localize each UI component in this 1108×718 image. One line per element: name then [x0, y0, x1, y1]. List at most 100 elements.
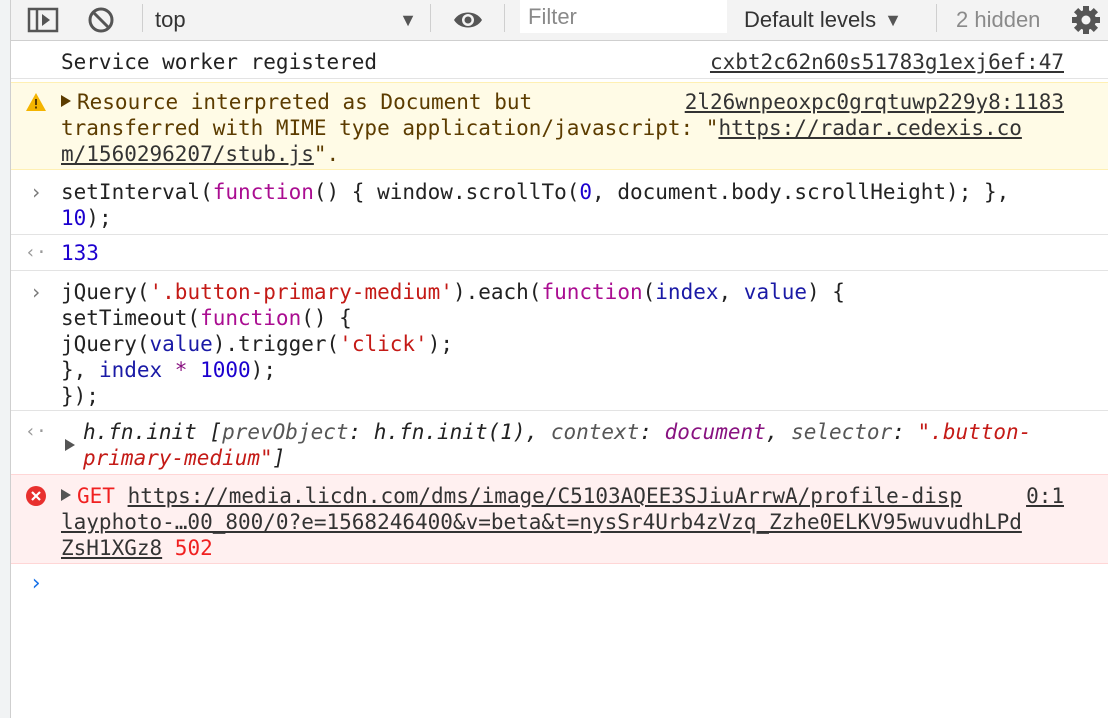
- code-token: },: [61, 358, 99, 382]
- code-param: index: [655, 280, 719, 304]
- console-message-error: GET https://media.licdn.com/dms/image/C5…: [11, 474, 1108, 564]
- code-line: jQuery('.button-primary-medium').each(fu…: [61, 279, 845, 305]
- code-line: jQuery(value).trigger('click');: [61, 331, 453, 357]
- hidden-count: 2 hidden: [956, 0, 1040, 40]
- message-text-line1: Resource interpreted as Document but: [61, 89, 532, 115]
- error-icon-wrap: [25, 483, 47, 509]
- code-line: setInterval(function() { window.scrollTo…: [61, 179, 1009, 205]
- console-input-2: › jQuery('.button-primary-medium').each(…: [11, 271, 1108, 411]
- log-levels-label: Default levels: [744, 7, 877, 32]
- log-levels-dropdown[interactable]: Default levels ▼: [744, 0, 902, 40]
- input-chevron-icon: ›: [29, 280, 43, 304]
- code-number: 0: [579, 180, 593, 204]
- code-token: , document.body.scrollHeight); },: [592, 180, 1010, 204]
- code-param: value: [743, 280, 808, 304]
- code-token: ,: [765, 420, 792, 444]
- clear-console-button[interactable]: [87, 0, 115, 40]
- eye-icon: [454, 12, 482, 28]
- request-url-link[interactable]: layphoto-…00_800/0?e=1568246400&v=beta&t…: [61, 510, 1022, 534]
- code-token: (: [642, 280, 656, 304]
- clear-icon: [88, 7, 114, 33]
- toolbar-divider: [430, 4, 431, 32]
- code-token: :: [639, 420, 665, 444]
- code-line: setTimeout(function() {: [61, 305, 352, 331]
- filter-input[interactable]: [520, 0, 727, 33]
- code-string: primary-medium": [83, 446, 273, 470]
- code-token: );: [250, 358, 276, 382]
- code-number: 1000: [200, 358, 251, 382]
- code-token: setTimeout(: [61, 306, 201, 330]
- console-result-1: ‹· 133: [11, 235, 1108, 271]
- resource-url-link[interactable]: m/1560296207/stub.js: [61, 142, 314, 166]
- code-param: value: [149, 332, 213, 356]
- hidden-count-label: 2 hidden: [956, 7, 1041, 32]
- expand-triangle-icon[interactable]: [65, 439, 75, 451]
- toolbar-divider: [504, 4, 505, 32]
- console-result-2: ‹· h.fn.init [prevObject: h.fn.init(1), …: [11, 411, 1108, 473]
- code-token: setInterval(: [61, 180, 213, 204]
- message-text-line2: transferred with MIME type application/j…: [61, 115, 1022, 141]
- object-key: context: [550, 420, 640, 444]
- sidebar-toggle-icon: [27, 7, 59, 33]
- warning-text: transferred with MIME type application/j…: [61, 116, 719, 140]
- console-settings-button[interactable]: [1071, 0, 1101, 40]
- console-prompt[interactable]: ›: [11, 567, 1108, 607]
- code-param: index: [98, 358, 163, 382]
- code-keyword: function: [200, 306, 302, 330]
- source-link[interactable]: cxbt2c62n60s51783g1exj6ef:47: [710, 49, 1064, 75]
- error-icon: [26, 486, 46, 506]
- code-line: });: [61, 384, 99, 408]
- source-link[interactable]: 2l26wnpeoxpc0grqtuwp229y8:1183: [685, 89, 1064, 115]
- expand-triangle-icon[interactable]: [61, 489, 71, 501]
- prompt-chevron-icon: ›: [29, 571, 43, 596]
- request-url-link[interactable]: https://media.licdn.com/dms/image/C5103A…: [128, 484, 962, 508]
- warning-text: Resource interpreted as Document but: [77, 90, 533, 114]
- live-expression-button[interactable]: [452, 0, 484, 40]
- code-token: ).trigger(: [212, 332, 340, 356]
- console-message-info: Service worker registered cxbt2c62n60s51…: [11, 41, 1108, 79]
- request-url-link[interactable]: ZsH1XGz8: [61, 536, 162, 560]
- console-message-warning: Resource interpreted as Document but 2l2…: [11, 82, 1108, 170]
- toolbar-divider: [142, 4, 143, 32]
- object-value: document: [664, 420, 766, 444]
- input-chevron-icon: ›: [29, 180, 43, 204]
- code-token: ,: [718, 280, 744, 304]
- expand-triangle-icon[interactable]: [61, 95, 71, 107]
- message-text-line3: m/1560296207/stub.js".: [61, 141, 339, 167]
- toolbar-divider: [936, 4, 937, 32]
- code-keyword: function: [541, 280, 643, 304]
- resource-url-link[interactable]: https://radar.cedexis.co: [718, 116, 1021, 140]
- result-arrow-icon: ‹·: [25, 242, 47, 263]
- error-line2: layphoto-…00_800/0?e=1568246400&v=beta&t…: [61, 509, 1022, 535]
- code-token: h.fn.init [: [83, 420, 223, 444]
- show-sidebar-button[interactable]: [27, 0, 59, 40]
- object-preview: primary-medium"]: [83, 445, 285, 471]
- object-preview[interactable]: h.fn.init [prevObject: h.fn.init(1), con…: [83, 419, 1031, 445]
- code-token: () {: [301, 306, 352, 330]
- request-method: GET: [77, 484, 128, 508]
- code-operator: *: [162, 358, 201, 382]
- warning-icon: [26, 93, 46, 111]
- code-token: );: [427, 332, 453, 356]
- console-toolbar: top ▼ Default levels ▼ 2 hidden: [11, 0, 1108, 41]
- code-token: :: [892, 420, 918, 444]
- chevron-down-icon: ▼: [399, 9, 417, 30]
- gear-icon: [1072, 6, 1100, 34]
- code-line: 10);: [61, 205, 112, 231]
- code-number: 10: [61, 206, 87, 230]
- code-token: jQuery(: [61, 280, 150, 304]
- warning-icon-wrap: [25, 89, 47, 115]
- context-selector[interactable]: top ▼: [155, 0, 417, 40]
- code-line: }, index * 1000);: [61, 357, 276, 383]
- code-token: ) {: [807, 280, 845, 304]
- result-arrow-icon: ‹·: [25, 421, 47, 442]
- code-string: '.button-primary-medium': [149, 280, 453, 304]
- source-link[interactable]: 0:1: [1026, 483, 1064, 509]
- object-key: prevObject: [222, 420, 349, 444]
- error-line1: GET https://media.licdn.com/dms/image/C5…: [61, 483, 962, 509]
- message-text: Service worker registered: [61, 50, 378, 74]
- status-code: 502: [162, 536, 213, 560]
- error-line3: ZsH1XGz8 502: [61, 535, 213, 561]
- code-token: ]: [272, 446, 286, 470]
- object-key: selector: [791, 420, 893, 444]
